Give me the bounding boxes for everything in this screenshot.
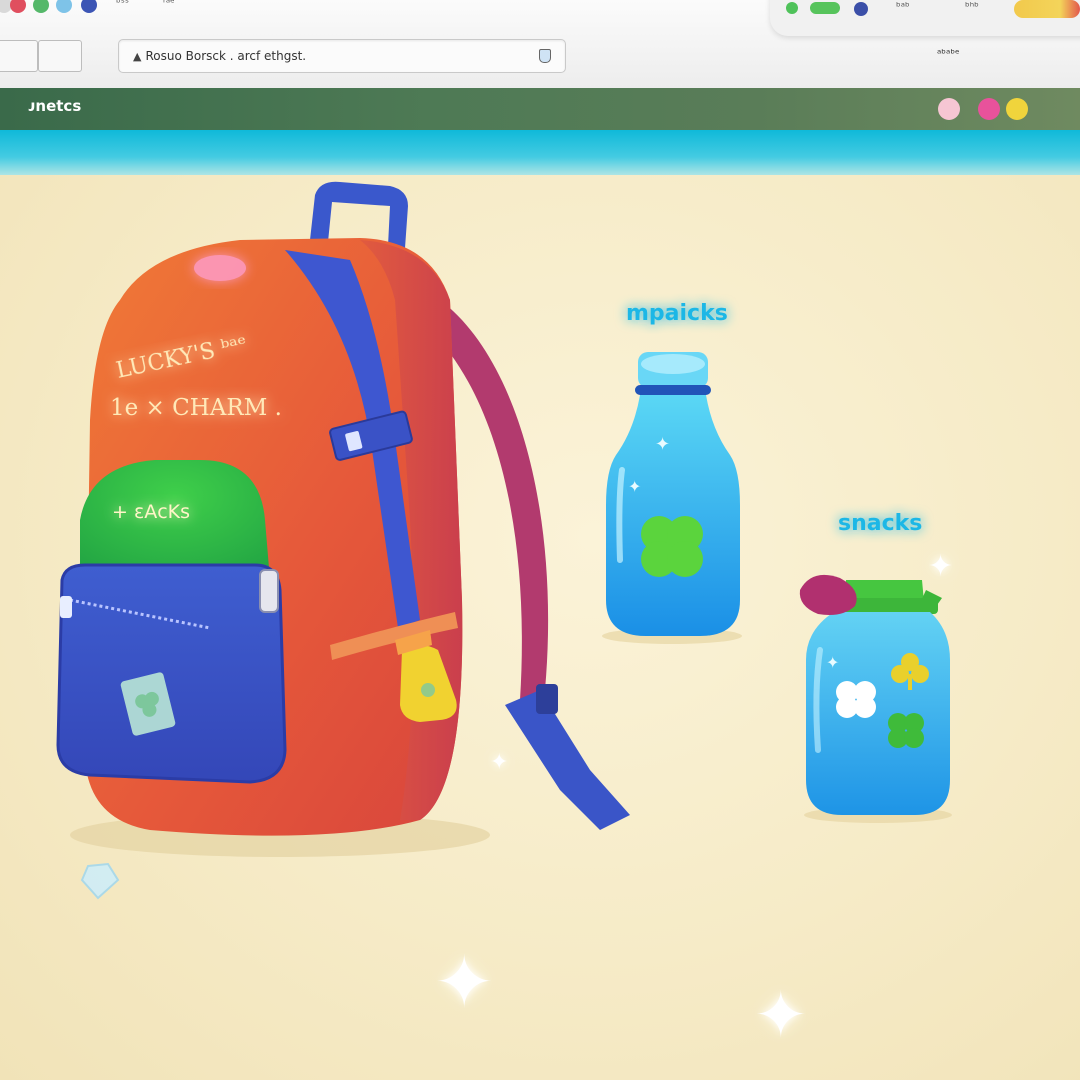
- highlight-glare: [194, 255, 246, 281]
- sparkle-icon: ✦: [434, 940, 495, 1024]
- side-zipper-pull[interactable]: [259, 569, 279, 613]
- strap-buckle: [536, 684, 558, 714]
- jar-label: snacks: [838, 511, 922, 536]
- svg-text:✦: ✦: [826, 653, 839, 672]
- tag-clover-icon: [421, 683, 435, 697]
- water-bottle[interactable]: ✦ ✦: [602, 352, 742, 644]
- front-pocket[interactable]: [56, 563, 287, 784]
- gem-icon: [80, 862, 120, 900]
- sparkle-icon: ✦: [754, 979, 808, 1053]
- backpack-hanging-strap[interactable]: [505, 690, 630, 830]
- pocket-label: + ɛAᴄKs: [112, 501, 190, 523]
- snack-jar[interactable]: ✦: [799, 574, 952, 823]
- svg-text:✦: ✦: [628, 477, 641, 496]
- svg-text:✦: ✦: [655, 434, 670, 455]
- bottle-label: mpaicks: [626, 301, 728, 326]
- illustration-canvas: LUCKY'S ᵇᵃᵉ 1e × CHARM . + ɛAᴄKs ✦ ✦ mpa: [56, 181, 952, 900]
- zipper-pull[interactable]: [60, 596, 72, 618]
- sparkle-icon: ✦: [490, 750, 509, 775]
- backpack-text-line-2: 1e × CHARM .: [110, 395, 282, 421]
- sparkle-icon: ✦: [928, 549, 954, 584]
